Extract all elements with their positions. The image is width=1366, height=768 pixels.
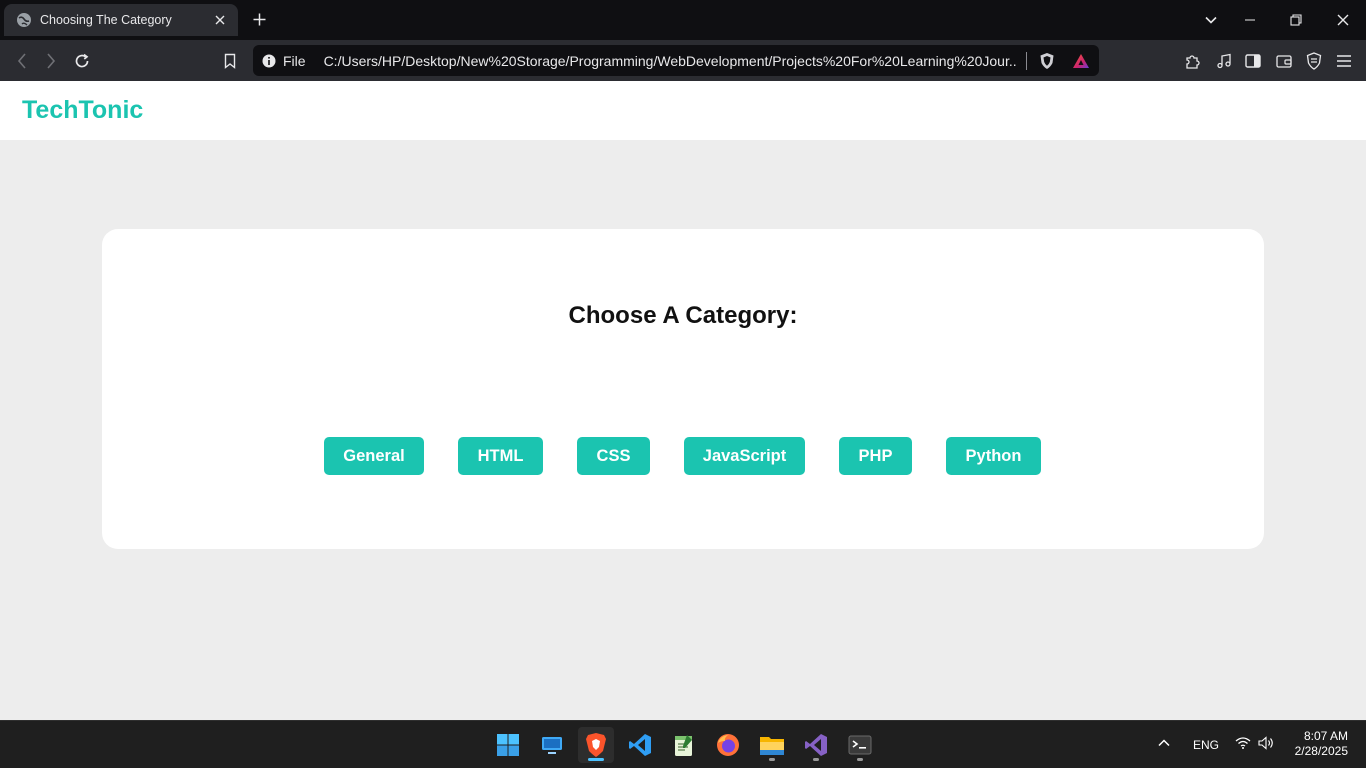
plus-icon[interactable] (248, 8, 270, 30)
url-text[interactable]: C:/Users/HP/Desktop/New%20Storage/Progra… (324, 53, 1016, 69)
browser-tab-bar: Choosing The Category (0, 0, 1366, 40)
url-scheme-label: File (283, 52, 306, 69)
wallet-icon[interactable] (1271, 48, 1297, 74)
category-button-python[interactable]: Python (946, 437, 1041, 475)
language-indicator[interactable]: ENG (1193, 738, 1219, 752)
active-indicator (588, 758, 604, 761)
category-button-html[interactable]: HTML (458, 437, 543, 475)
file-explorer-icon[interactable] (754, 727, 790, 763)
brave-shield-icon[interactable] (1037, 51, 1057, 71)
vpn-icon[interactable] (1301, 48, 1327, 74)
sidebar-icon[interactable] (1240, 48, 1266, 74)
tab-title: Choosing The Category (40, 13, 172, 27)
media-icon[interactable] (1211, 48, 1237, 74)
firefox-icon[interactable] (710, 727, 746, 763)
address-bar[interactable]: File C:/Users/HP/Desktop/New%20Storage/P… (253, 45, 1099, 76)
terminal-icon[interactable] (842, 727, 878, 763)
vscode-icon[interactable] (622, 727, 658, 763)
chevron-down-icon[interactable] (1199, 8, 1223, 32)
desktop-icon[interactable] (534, 727, 570, 763)
category-button-general[interactable]: General (324, 437, 424, 475)
forward-icon[interactable] (38, 48, 64, 74)
volume-icon[interactable] (1258, 736, 1274, 753)
extensions-icon[interactable] (1180, 48, 1206, 74)
page-title: Choose A Category: (568, 302, 798, 329)
category-button-css[interactable]: CSS (577, 437, 650, 475)
browser-tab[interactable]: Choosing The Category (4, 4, 238, 36)
menu-icon[interactable] (1331, 48, 1357, 74)
visual-studio-icon[interactable] (798, 727, 834, 763)
running-indicator (813, 758, 819, 761)
windows-start-icon[interactable] (490, 727, 526, 763)
system-clock[interactable]: 8:07 AM 2/28/2025 (1295, 729, 1348, 759)
category-button-javascript[interactable]: JavaScript (684, 437, 805, 475)
site-header: TechTonic (0, 81, 1366, 140)
notepad-icon[interactable] (666, 727, 702, 763)
close-icon[interactable] (1331, 8, 1355, 32)
chevron-up-icon[interactable] (1158, 736, 1170, 750)
brave-rewards-icon[interactable] (1071, 51, 1091, 71)
globe-icon (16, 12, 32, 28)
clock-date: 2/28/2025 (1294, 744, 1348, 758)
brave-icon[interactable] (578, 727, 614, 763)
wifi-icon[interactable] (1235, 737, 1251, 752)
running-indicator (857, 758, 863, 761)
restore-icon[interactable] (1284, 8, 1308, 32)
running-indicator (769, 758, 775, 761)
info-icon[interactable] (261, 53, 277, 69)
browser-toolbar: File C:/Users/HP/Desktop/New%20Storage/P… (0, 40, 1366, 81)
category-card: Choose A Category: General HTML CSS Java… (102, 229, 1264, 549)
minimize-icon[interactable] (1238, 8, 1262, 32)
windows-taskbar: ENG 8:07 AM 2/28/2025 (0, 720, 1366, 768)
site-logo[interactable]: TechTonic (22, 96, 143, 125)
close-tab-icon[interactable] (210, 10, 230, 30)
url-divider (1025, 51, 1027, 70)
bookmark-icon[interactable] (217, 48, 243, 74)
page-viewport: TechTonic Choose A Category: General HTM… (0, 81, 1366, 720)
clock-time: 8:07 AM (1303, 729, 1348, 743)
reload-icon[interactable] (69, 48, 95, 74)
back-icon[interactable] (9, 48, 35, 74)
category-button-php[interactable]: PHP (839, 437, 912, 475)
